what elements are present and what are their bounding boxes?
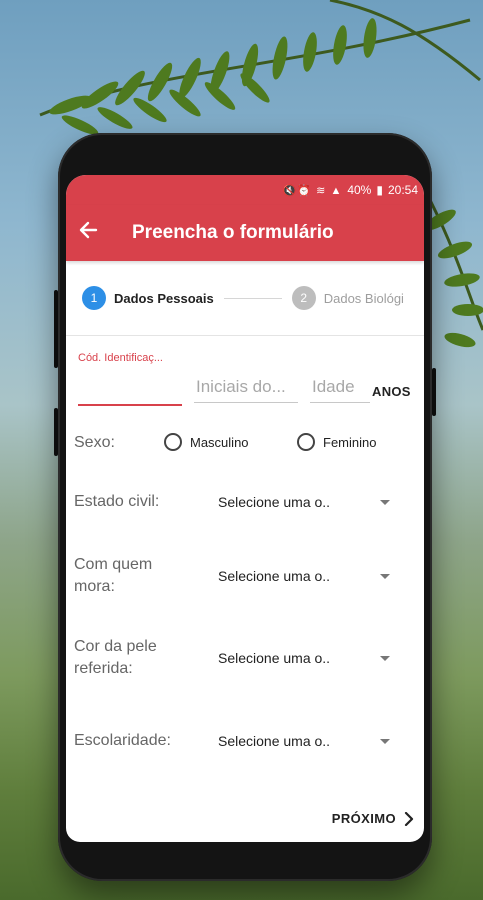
- page-title: Preencha o formulário: [132, 222, 334, 243]
- initials-field[interactable]: [194, 372, 298, 403]
- step-connector: [223, 297, 282, 299]
- battery-level: 40%: [347, 183, 372, 197]
- dropdown-caret-icon: [380, 573, 390, 579]
- marital-status-select[interactable]: Selecione uma o..: [218, 489, 408, 515]
- dropdown-caret-icon: [380, 499, 390, 505]
- lives-with-label-line2: mora:: [74, 578, 115, 595]
- skin-color-label: Cor da pele referida:: [74, 636, 157, 680]
- next-button[interactable]: PRÓXIMO: [332, 811, 414, 826]
- age-field[interactable]: [310, 372, 370, 403]
- phone-side-button-right: [432, 368, 436, 416]
- radio-female[interactable]: [297, 433, 315, 451]
- radio-male-label: Masculino: [190, 434, 249, 450]
- sex-option-male[interactable]: Masculino: [164, 433, 249, 451]
- step-2-label[interactable]: Dados Biológi: [324, 291, 404, 306]
- education-label: Escolaridade:: [74, 732, 171, 749]
- next-button-label: PRÓXIMO: [331, 811, 396, 826]
- step-1-label[interactable]: Dados Pessoais: [114, 291, 214, 306]
- radio-male[interactable]: [164, 433, 182, 451]
- education-value: Selecione uma o..: [218, 733, 331, 749]
- lives-with-select[interactable]: Selecione uma o..: [218, 563, 408, 589]
- sex-label: Sexo:: [74, 434, 115, 451]
- step-2-number[interactable]: 2: [291, 286, 316, 310]
- marital-status-value: Selecione uma o..: [218, 494, 331, 510]
- lives-with-value: Selecione uma o..: [218, 568, 331, 584]
- app-screen: 🔇⏰ ≋ ▲ 40% ▮ 20:54 Preencha o formulário…: [66, 175, 424, 842]
- dropdown-caret-icon: [380, 738, 390, 744]
- skin-color-label-line2: referida:: [74, 660, 133, 677]
- education-select[interactable]: Selecione uma o..: [218, 728, 408, 754]
- radio-female-label: Feminino: [323, 434, 377, 450]
- stepper: 1 Dados Pessoais 2 Dados Biológi: [66, 261, 424, 336]
- lives-with-label: Com quem mora:: [74, 554, 152, 598]
- step-1-number[interactable]: 1: [82, 286, 106, 310]
- skin-color-value: Selecione uma o..: [218, 650, 331, 666]
- app-bar: Preencha o formulário: [66, 205, 424, 261]
- lives-with-label-line1: Com quem: [74, 556, 153, 573]
- age-unit-label: ANOS: [372, 384, 411, 399]
- arrow-back-icon[interactable]: [66, 220, 118, 246]
- skin-color-select[interactable]: Selecione uma o..: [218, 645, 408, 671]
- phone-side-button-left: [54, 290, 58, 368]
- code-field-label: Cód. Identificaç...: [78, 352, 163, 364]
- skin-color-label-line1: Cor da pele: [74, 638, 157, 655]
- personal-data-form: Cód. Identificaç... ANOS Sexo: Masculino…: [66, 336, 424, 826]
- status-bar: 🔇⏰ ≋ ▲ 40% ▮ 20:54: [66, 175, 424, 205]
- dropdown-caret-icon: [380, 655, 390, 661]
- phone-side-button-left-2: [54, 408, 58, 456]
- sex-option-female[interactable]: Feminino: [297, 433, 376, 451]
- code-field[interactable]: [78, 376, 182, 406]
- status-icons: 🔇⏰ ≋ ▲: [282, 184, 343, 197]
- marital-status-label: Estado civil:: [74, 493, 160, 510]
- battery-icon: ▮: [376, 183, 383, 197]
- clock: 20:54: [387, 183, 418, 197]
- chevron-right-icon: [404, 811, 414, 826]
